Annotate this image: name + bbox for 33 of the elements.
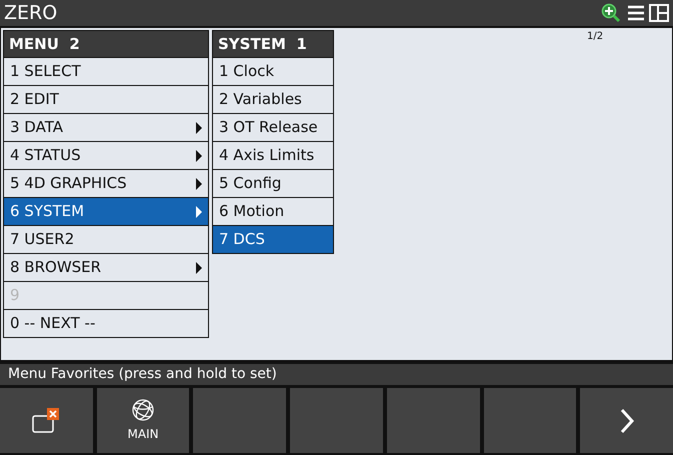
window-title: ZERO (4, 4, 58, 22)
function-key[interactable] (290, 388, 383, 453)
menu-item[interactable]: 1 Clock (212, 58, 334, 86)
zoom-in-icon[interactable] (601, 3, 623, 23)
menu-item[interactable]: 6 Motion (212, 198, 334, 226)
menu-item[interactable]: 0 -- NEXT -- (3, 310, 209, 338)
menu-item[interactable]: 3 OT Release (212, 114, 334, 142)
menu-item[interactable]: 8 BROWSER (3, 254, 209, 282)
menu-icon[interactable] (627, 4, 645, 22)
globe-icon (131, 398, 156, 422)
menu-item[interactable]: 2 EDIT (3, 86, 209, 114)
favorites-bar-text: Menu Favorites (press and hold to set) (8, 365, 277, 384)
menu-item[interactable]: 5 Config (212, 170, 334, 198)
menu-header: SYSTEM 1 (212, 30, 334, 58)
menu-item[interactable]: 6 SYSTEM (3, 198, 209, 226)
main-button[interactable]: MAIN (96, 388, 190, 453)
close-window-button[interactable] (0, 388, 93, 453)
menu-item[interactable]: 5 4D GRAPHICS (3, 170, 209, 198)
function-key[interactable] (484, 388, 576, 453)
menu-header: MENU 2 (3, 30, 209, 58)
menu-item[interactable]: 7 USER2 (3, 226, 209, 254)
window-close-icon (31, 406, 62, 434)
menu-item[interactable]: 2 Variables (212, 86, 334, 114)
function-key[interactable] (386, 388, 480, 453)
page-indicator: 1/2 (587, 30, 604, 44)
menu-item[interactable]: 4 STATUS (3, 142, 209, 170)
next-button[interactable] (580, 388, 673, 453)
menu-item[interactable]: 3 DATA (3, 114, 209, 142)
menu-item[interactable]: 7 DCS (212, 226, 334, 254)
menu-item[interactable]: 1 SELECT (3, 58, 209, 86)
function-key[interactable] (193, 388, 286, 453)
layout-icon[interactable] (649, 4, 669, 22)
menu-item[interactable]: 4 Axis Limits (212, 142, 334, 170)
